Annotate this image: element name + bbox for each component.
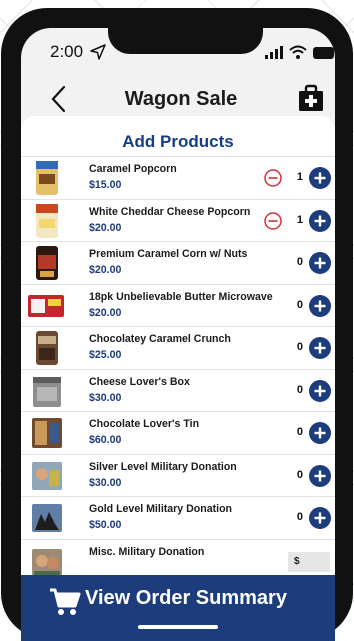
product-name: Chocolatey Caramel Crunch (89, 333, 231, 345)
status-time: 2:00 (50, 42, 84, 61)
signal-icon (265, 46, 283, 59)
product-row: Silver Level Military Donation $30.00 0 (21, 453, 335, 497)
donation-amount-input[interactable]: $ (288, 551, 330, 572)
product-quantity: 1 (296, 213, 303, 226)
product-name: Misc. Military Donation (89, 545, 205, 558)
product-name: Cheese Lover's Box (89, 375, 190, 388)
plus-circle-icon[interactable] (309, 337, 331, 359)
minus-circle-icon[interactable] (264, 211, 282, 230)
product-quantity: 0 (296, 511, 303, 523)
plus-circle-icon[interactable] (309, 294, 331, 317)
plus-circle-icon[interactable] (309, 209, 331, 232)
product-quantity: 1 (296, 171, 303, 183)
product-image (29, 372, 65, 409)
product-name: Silver Level Military Donation (89, 460, 237, 473)
minus-circle-icon[interactable] (264, 169, 282, 187)
product-image (29, 457, 65, 494)
page-title: Wagon Sale (124, 88, 238, 110)
product-quantity: 0 (296, 426, 303, 438)
product-row: Caramel Popcorn $15.00 1 (21, 156, 335, 199)
plus-circle-icon[interactable] (309, 464, 331, 487)
product-image (29, 245, 65, 281)
product-quantity: 0 (296, 298, 303, 311)
product-name: Chocolate Lover's Tin (89, 418, 200, 430)
product-row: Chocolatey Caramel Crunch $25.00 0 (21, 326, 335, 369)
product-image (28, 287, 64, 324)
product-quantity: 0 (296, 383, 303, 396)
product-price: $20.00 (89, 306, 122, 319)
phone-frame: 2:00 Wagon Sale Add Products Caramel Pop… (1, 8, 353, 641)
product-list: Caramel Popcorn $15.00 1 White Cheddar C… (21, 156, 335, 583)
plus-circle-icon[interactable] (309, 507, 331, 529)
product-image (29, 202, 65, 239)
product-quantity: 0 (296, 468, 303, 481)
product-name: Caramel Popcorn (89, 163, 177, 175)
plus-circle-icon[interactable] (309, 422, 331, 444)
cart-icon (50, 588, 81, 615)
product-row: Cheese Lover's Box $30.00 0 (21, 368, 335, 412)
product-price: $25.00 (89, 349, 122, 361)
product-name: 18pk Unbelievable Butter Microwave (89, 290, 273, 303)
product-price: $50.00 (89, 519, 122, 531)
product-price: $60.00 (89, 434, 122, 446)
app-screen: 2:00 Wagon Sale Add Products Caramel Pop… (21, 28, 335, 641)
wifi-icon (289, 45, 307, 59)
product-row: White Cheddar Cheese Popcorn $20.00 1 (21, 198, 335, 242)
product-price: $30.00 (89, 391, 122, 404)
product-image (29, 415, 65, 451)
shopping-bag-plus-icon[interactable] (297, 84, 325, 112)
product-row: 18pk Unbelievable Butter Microwave $20.0… (21, 283, 335, 327)
product-name: Gold Level Military Donation (89, 503, 233, 515)
view-order-summary-button[interactable]: View Order Summary (21, 575, 335, 641)
location-arrow-icon (90, 44, 106, 60)
product-row: Gold Level Military Donation $50.00 0 (21, 496, 335, 539)
product-name: Premium Caramel Corn w/ Nuts (89, 248, 248, 260)
product-price: $20.00 (89, 221, 122, 234)
battery-icon (313, 47, 334, 59)
phone-notch (108, 28, 263, 54)
product-row: Chocolate Lover's Tin $60.00 0 (21, 411, 335, 454)
product-price: $15.00 (89, 179, 122, 191)
product-image (29, 500, 65, 536)
status-icons (265, 45, 335, 59)
plus-circle-icon[interactable] (309, 167, 331, 189)
product-name: White Cheddar Cheese Popcorn (89, 205, 251, 218)
plus-circle-icon[interactable] (309, 252, 331, 274)
product-image (29, 330, 65, 366)
product-price: $20.00 (89, 264, 122, 276)
plus-circle-icon[interactable] (309, 379, 331, 402)
home-indicator (138, 625, 218, 629)
view-order-summary-label: View Order Summary (85, 587, 287, 609)
product-quantity: 0 (296, 341, 303, 353)
section-title: Add Products (122, 132, 234, 151)
product-price: $30.00 (89, 476, 122, 489)
product-image (29, 160, 65, 196)
product-row: Premium Caramel Corn w/ Nuts $20.00 0 (21, 241, 335, 284)
product-quantity: 0 (296, 256, 303, 268)
